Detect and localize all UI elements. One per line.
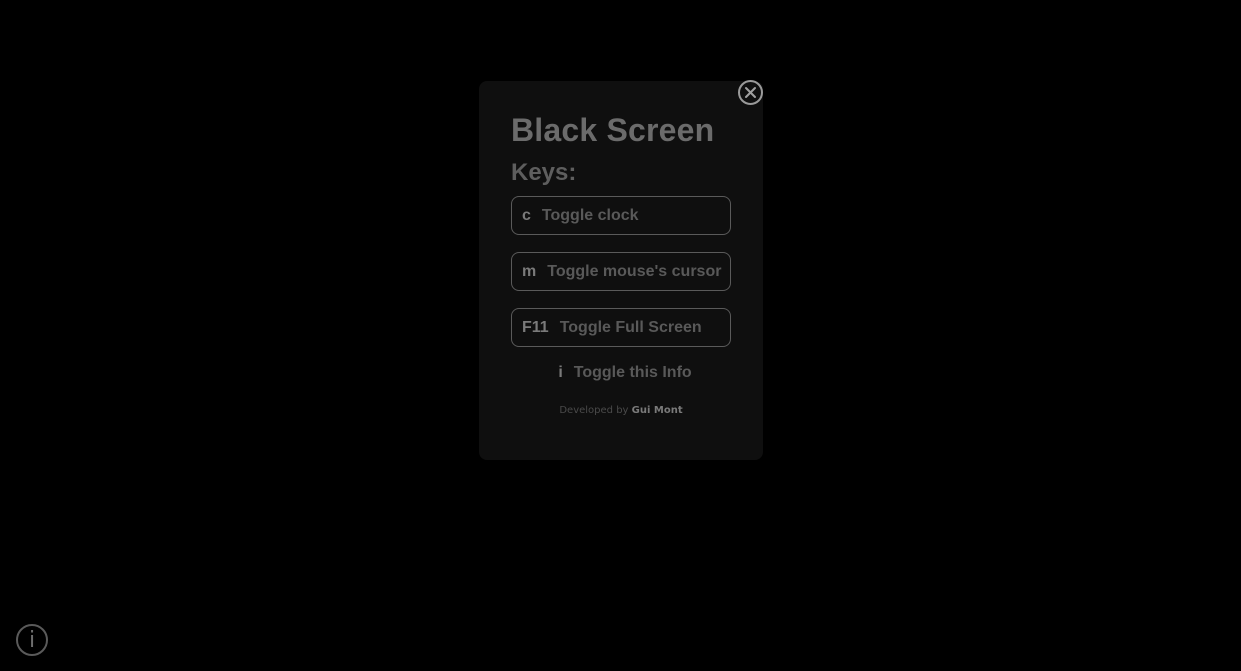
close-button[interactable] [738,80,763,105]
close-circle-icon [744,86,757,99]
shortcut-toggle-cursor[interactable]: m Toggle mouse's cursor [511,252,731,291]
shortcut-key: F11 [522,318,549,336]
info-icon: i [28,627,36,653]
black-screen-stage: Black Screen Keys: c Toggle clock m Togg… [0,0,1241,671]
shortcut-toggle-clock[interactable]: c Toggle clock [511,196,731,235]
shortcut-label: Toggle Full Screen [559,318,702,336]
shortcut-label: Toggle mouse's cursor [547,262,722,280]
shortcut-toggle-fullscreen[interactable]: F11 Toggle Full Screen [511,308,731,347]
shortcut-key: c [522,206,531,224]
credit-prefix: Developed by [559,405,629,416]
shortcut-key: m [522,262,537,280]
shortcut-key: i [558,363,563,381]
developer-credit: Developed by Gui Mont [511,405,731,416]
shortcut-label: Toggle this Info [573,363,692,381]
credit-author-link[interactable]: Gui Mont [632,405,683,416]
shortcut-label: Toggle clock [541,206,639,224]
keys-heading: Keys: [511,159,577,186]
info-panel: Black Screen Keys: c Toggle clock m Togg… [479,81,763,460]
shortcut-toggle-info[interactable]: i Toggle this Info [511,353,731,392]
info-button[interactable]: i [16,624,48,656]
page-title: Black Screen [511,112,715,148]
